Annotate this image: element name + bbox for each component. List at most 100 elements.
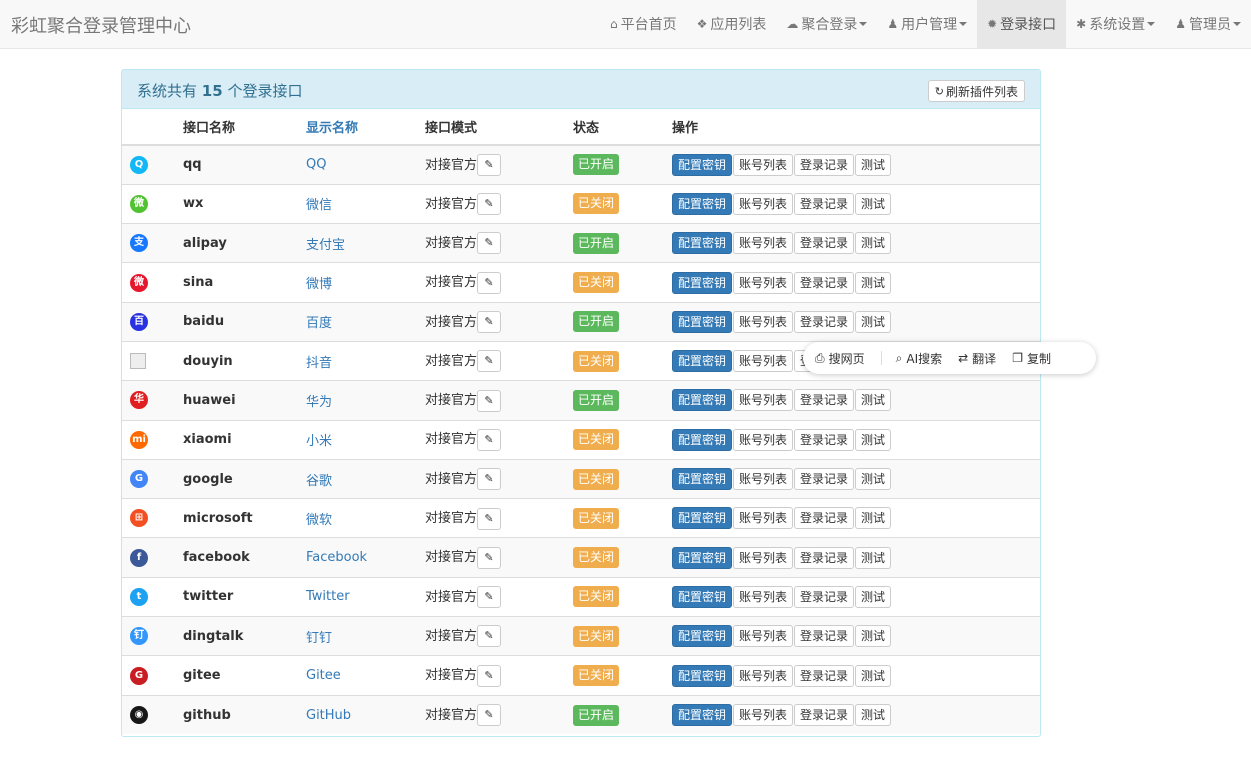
display-name-link[interactable]: 支付宝: [306, 223, 425, 263]
edit-mode-button[interactable]: ✎: [477, 586, 502, 609]
login-records-button[interactable]: 登录记录: [794, 192, 855, 215]
account-list-button[interactable]: 账号列表: [733, 271, 794, 294]
display-name-link[interactable]: GitHub: [306, 694, 425, 735]
display-name-link[interactable]: 抖音: [306, 340, 425, 381]
toolbar-copy-button[interactable]: ❐ 复制: [1012, 350, 1051, 367]
test-button[interactable]: 测试: [855, 664, 892, 687]
status-badge[interactable]: 已开启: [573, 232, 620, 254]
display-name-link[interactable]: 谷歌: [306, 458, 425, 499]
toolbar-search-button[interactable]: ⌕ AI搜索: [896, 350, 942, 367]
nav-item-5[interactable]: ✱ 系统设置: [1066, 0, 1165, 48]
display-name-link[interactable]: Gitee: [306, 655, 425, 696]
login-records-button[interactable]: 登录记录: [794, 704, 855, 727]
login-records-button[interactable]: 登录记录: [794, 153, 855, 176]
account-list-button[interactable]: 账号列表: [733, 704, 794, 727]
test-button[interactable]: 测试: [855, 468, 892, 491]
status-badge[interactable]: 已开启: [573, 311, 620, 333]
configure-key-button[interactable]: 配置密钥: [672, 350, 733, 373]
account-list-button[interactable]: 账号列表: [733, 664, 794, 687]
status-badge[interactable]: 已关闭: [573, 625, 620, 647]
configure-key-button[interactable]: 配置密钥: [672, 664, 733, 687]
login-records-button[interactable]: 登录记录: [794, 546, 855, 569]
display-name-link[interactable]: 微信: [306, 183, 425, 224]
status-badge[interactable]: 已关闭: [573, 665, 620, 686]
test-button[interactable]: 测试: [855, 310, 892, 333]
display-name-link[interactable]: 百度: [306, 301, 425, 342]
configure-key-button[interactable]: 配置密钥: [672, 310, 733, 333]
nav-item-3[interactable]: ♟ 用户管理: [877, 0, 977, 48]
edit-mode-button[interactable]: ✎: [477, 664, 502, 687]
status-badge[interactable]: 已关闭: [573, 429, 620, 451]
display-name-link[interactable]: QQ: [306, 144, 425, 185]
account-list-button[interactable]: 账号列表: [733, 232, 794, 255]
account-list-button[interactable]: 账号列表: [733, 428, 794, 451]
login-records-button[interactable]: 登录记录: [794, 664, 855, 687]
status-badge[interactable]: 已关闭: [573, 350, 620, 372]
edit-mode-button[interactable]: ✎: [477, 350, 502, 373]
login-records-button[interactable]: 登录记录: [794, 271, 855, 294]
login-records-button[interactable]: 登录记录: [794, 310, 855, 333]
login-records-button[interactable]: 登录记录: [794, 428, 855, 451]
test-button[interactable]: 测试: [855, 507, 892, 530]
edit-mode-button[interactable]: ✎: [477, 428, 502, 451]
nav-item-1[interactable]: ❖ 应用列表: [687, 0, 777, 48]
edit-mode-button[interactable]: ✎: [477, 154, 502, 177]
edit-mode-button[interactable]: ✎: [477, 311, 502, 334]
test-button[interactable]: 测试: [855, 153, 892, 176]
configure-key-button[interactable]: 配置密钥: [672, 192, 733, 215]
display-name-link[interactable]: 微软: [306, 498, 425, 538]
test-button[interactable]: 测试: [855, 585, 892, 608]
account-list-button[interactable]: 账号列表: [733, 625, 794, 648]
test-button[interactable]: 测试: [855, 271, 892, 294]
status-badge[interactable]: 已关闭: [573, 272, 620, 294]
configure-key-button[interactable]: 配置密钥: [672, 625, 733, 648]
configure-key-button[interactable]: 配置密钥: [672, 507, 733, 530]
configure-key-button[interactable]: 配置密钥: [672, 468, 733, 491]
status-badge[interactable]: 已关闭: [573, 468, 620, 490]
display-name-link[interactable]: 小米: [306, 419, 425, 460]
test-button[interactable]: 测试: [855, 625, 892, 648]
test-button[interactable]: 测试: [855, 192, 892, 215]
configure-key-button[interactable]: 配置密钥: [672, 585, 733, 608]
account-list-button[interactable]: 账号列表: [733, 350, 794, 373]
display-name-link[interactable]: Twitter: [306, 576, 425, 617]
test-button[interactable]: 测试: [855, 232, 892, 255]
login-records-button[interactable]: 登录记录: [794, 585, 855, 608]
configure-key-button[interactable]: 配置密钥: [672, 546, 733, 569]
nav-item-6[interactable]: ♟ 管理员: [1165, 0, 1251, 48]
login-records-button[interactable]: 登录记录: [794, 232, 855, 255]
test-button[interactable]: 测试: [855, 389, 892, 412]
nav-item-0[interactable]: ⌂ 平台首页: [600, 0, 687, 48]
display-name-link[interactable]: 钉钉: [306, 616, 425, 656]
account-list-button[interactable]: 账号列表: [733, 507, 794, 530]
status-badge[interactable]: 已关闭: [573, 586, 620, 608]
edit-mode-button[interactable]: ✎: [477, 546, 502, 569]
configure-key-button[interactable]: 配置密钥: [672, 271, 733, 294]
test-button[interactable]: 测试: [855, 546, 892, 569]
account-list-button[interactable]: 账号列表: [733, 192, 794, 215]
account-list-button[interactable]: 账号列表: [733, 585, 794, 608]
edit-mode-button[interactable]: ✎: [477, 507, 502, 530]
account-list-button[interactable]: 账号列表: [733, 310, 794, 333]
account-list-button[interactable]: 账号列表: [733, 546, 794, 569]
login-records-button[interactable]: 登录记录: [794, 389, 855, 412]
configure-key-button[interactable]: 配置密钥: [672, 704, 733, 727]
configure-key-button[interactable]: 配置密钥: [672, 428, 733, 451]
test-button[interactable]: 测试: [855, 428, 892, 451]
test-button[interactable]: 测试: [855, 704, 892, 727]
edit-mode-button[interactable]: ✎: [477, 468, 502, 491]
status-badge[interactable]: 已关闭: [573, 507, 620, 529]
configure-key-button[interactable]: 配置密钥: [672, 389, 733, 412]
nav-item-4[interactable]: ✹ 登录接口: [977, 0, 1067, 48]
account-list-button[interactable]: 账号列表: [733, 389, 794, 412]
nav-item-2[interactable]: ☁ 聚合登录: [776, 0, 877, 48]
edit-mode-button[interactable]: ✎: [477, 389, 502, 412]
toolbar-search-web-button[interactable]: ⎙ 搜网页: [815, 350, 865, 367]
login-records-button[interactable]: 登录记录: [794, 468, 855, 491]
status-badge[interactable]: 已开启: [573, 704, 620, 726]
edit-mode-button[interactable]: ✎: [477, 704, 502, 727]
configure-key-button[interactable]: 配置密钥: [672, 153, 733, 176]
login-records-button[interactable]: 登录记录: [794, 625, 855, 648]
edit-mode-button[interactable]: ✎: [477, 193, 502, 216]
display-name-link[interactable]: Facebook: [306, 537, 425, 578]
